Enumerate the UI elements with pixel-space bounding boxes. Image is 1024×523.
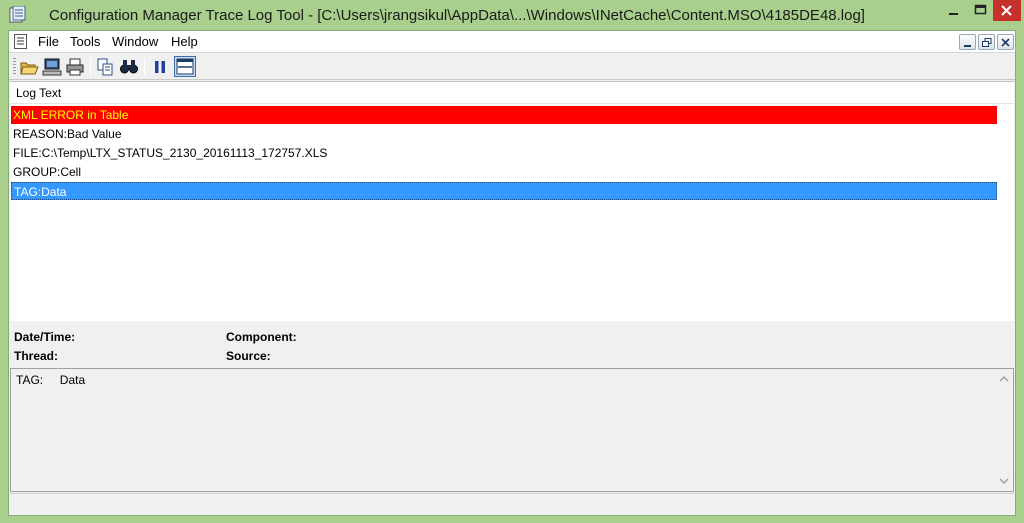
log-row-error[interactable]: XML ERROR in Table xyxy=(11,106,997,124)
log-row[interactable]: FILE:C:\Temp\LTX_STATUS_2130_20161113_17… xyxy=(11,144,997,162)
preview-pane-icon xyxy=(176,58,194,75)
menu-window[interactable]: Window xyxy=(112,34,158,49)
window-title: Configuration Manager Trace Log Tool - [… xyxy=(49,7,865,24)
maximize-icon xyxy=(974,4,987,15)
find-button[interactable] xyxy=(119,57,139,77)
toolbar-grip[interactable] xyxy=(13,58,16,76)
source-label: Source: xyxy=(226,349,271,363)
log-row[interactable]: REASON:Bad Value xyxy=(11,125,997,143)
child-minimize-button[interactable] xyxy=(959,34,976,50)
column-header-log-text[interactable]: Log Text xyxy=(10,82,1014,104)
log-row[interactable]: GROUP:Cell xyxy=(11,163,997,181)
thread-label: Thread: xyxy=(14,349,59,363)
restore-icon xyxy=(982,38,992,47)
maximize-button[interactable] xyxy=(968,0,993,22)
scroll-up-icon[interactable] xyxy=(999,374,1009,384)
scroll-down-icon[interactable] xyxy=(999,476,1009,486)
pause-icon xyxy=(155,61,165,73)
toolbar-separator xyxy=(144,58,145,76)
child-close-button[interactable] xyxy=(997,34,1014,50)
open-icon xyxy=(20,62,39,75)
find-icon xyxy=(120,60,138,74)
close-icon xyxy=(1001,38,1010,47)
print-button[interactable] xyxy=(65,57,85,77)
print-icon xyxy=(66,58,84,76)
message-vertical-scrollbar[interactable] xyxy=(995,369,1013,491)
child-restore-button[interactable] xyxy=(978,34,995,50)
status-bar xyxy=(10,493,1014,515)
menu-file[interactable]: File xyxy=(38,34,59,49)
title-bar[interactable]: Configuration Manager Trace Log Tool - [… xyxy=(0,0,1024,30)
message-textbox[interactable]: TAG: Data xyxy=(10,368,1014,492)
component-label: Component: xyxy=(226,330,297,344)
copy-button[interactable] xyxy=(95,57,115,77)
close-icon xyxy=(1001,5,1012,16)
log-row-selected[interactable]: TAG:Data xyxy=(11,182,997,200)
pause-button[interactable] xyxy=(150,57,170,77)
preview-pane-button[interactable] xyxy=(174,56,196,77)
minimize-icon xyxy=(949,13,958,15)
copy-icon xyxy=(97,58,113,76)
computer-icon xyxy=(42,58,62,76)
menu-bar: File Tools Window Help xyxy=(9,31,1015,53)
minimize-icon xyxy=(964,45,971,47)
datetime-label: Date/Time: xyxy=(14,330,76,344)
open-button[interactable] xyxy=(19,57,39,77)
main-client-area: File Tools Window Help Log Text XML ERRO… xyxy=(8,30,1016,516)
toolbar xyxy=(9,54,1015,80)
document-icon[interactable] xyxy=(14,34,28,49)
column-header-label: Log Text xyxy=(16,86,62,100)
log-list[interactable]: Log Text XML ERROR in Table REASON:Bad V… xyxy=(10,81,1014,321)
menu-tools[interactable]: Tools xyxy=(70,34,100,49)
menu-help[interactable]: Help xyxy=(171,34,198,49)
message-text: TAG: Data xyxy=(16,373,86,387)
minimize-button[interactable] xyxy=(938,0,968,22)
details-panel: Date/Time: Component: Thread: Source: xyxy=(10,322,1014,368)
close-button[interactable] xyxy=(993,0,1021,21)
toolbar-separator xyxy=(90,58,91,76)
computer-button[interactable] xyxy=(42,57,62,77)
